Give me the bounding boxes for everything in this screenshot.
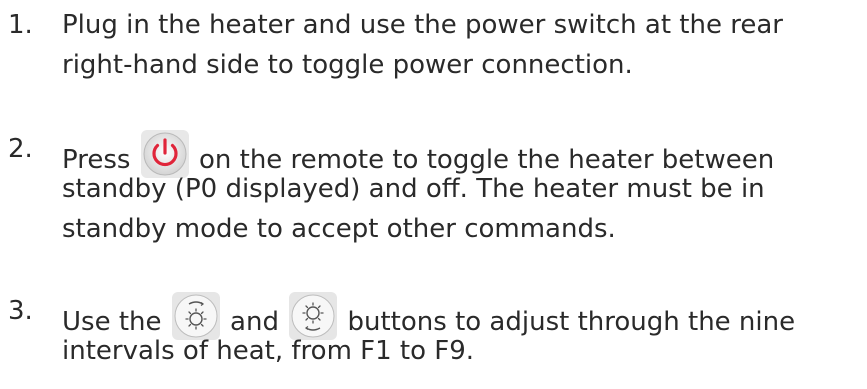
step-text-line: right-hand side to toggle power connecti… (62, 50, 633, 80)
step-text-line: standby mode to accept other commands. (62, 214, 616, 244)
step-number: 2. (8, 134, 33, 164)
step-text-line: Plug in the heater and use the power swi… (62, 10, 783, 40)
step-number: 1. (8, 10, 33, 40)
step-text-line: standby (P0 displayed) and off. The heat… (62, 174, 765, 204)
step-text-line: intervals of heat, from F1 to F9. (62, 336, 475, 366)
step-number: 3. (8, 296, 33, 326)
instructions-list: 1. Plug in the heater and use the power … (0, 0, 867, 389)
